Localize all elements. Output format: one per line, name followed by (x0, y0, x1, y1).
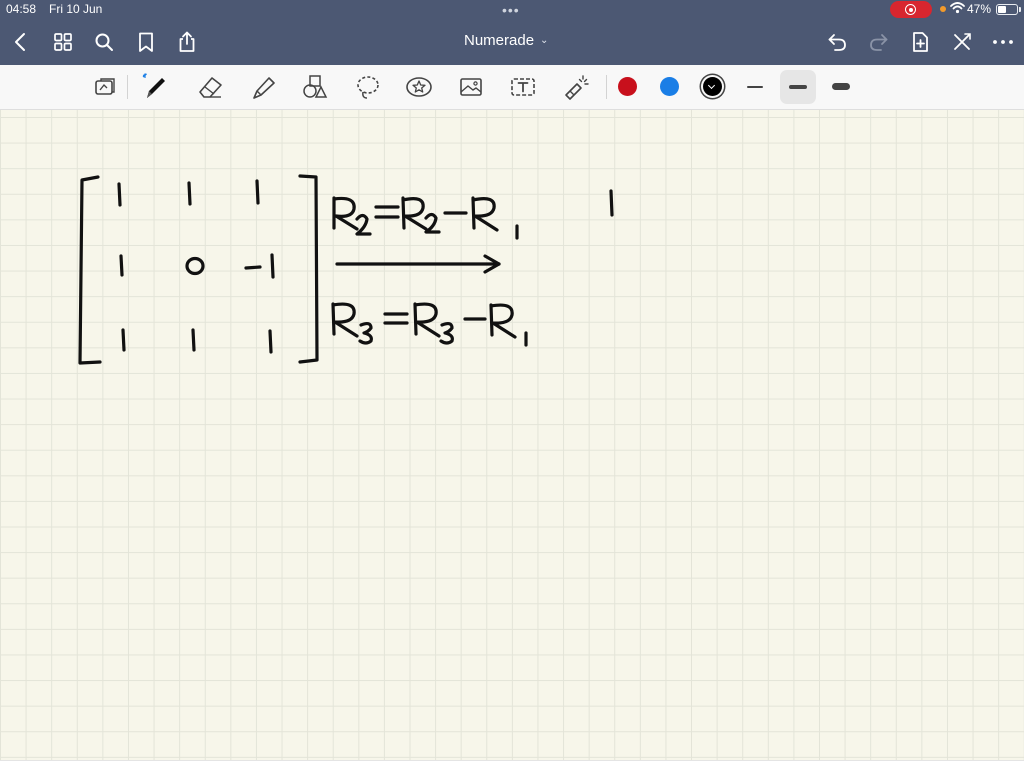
handwritten-ink-drawing (78, 174, 614, 365)
